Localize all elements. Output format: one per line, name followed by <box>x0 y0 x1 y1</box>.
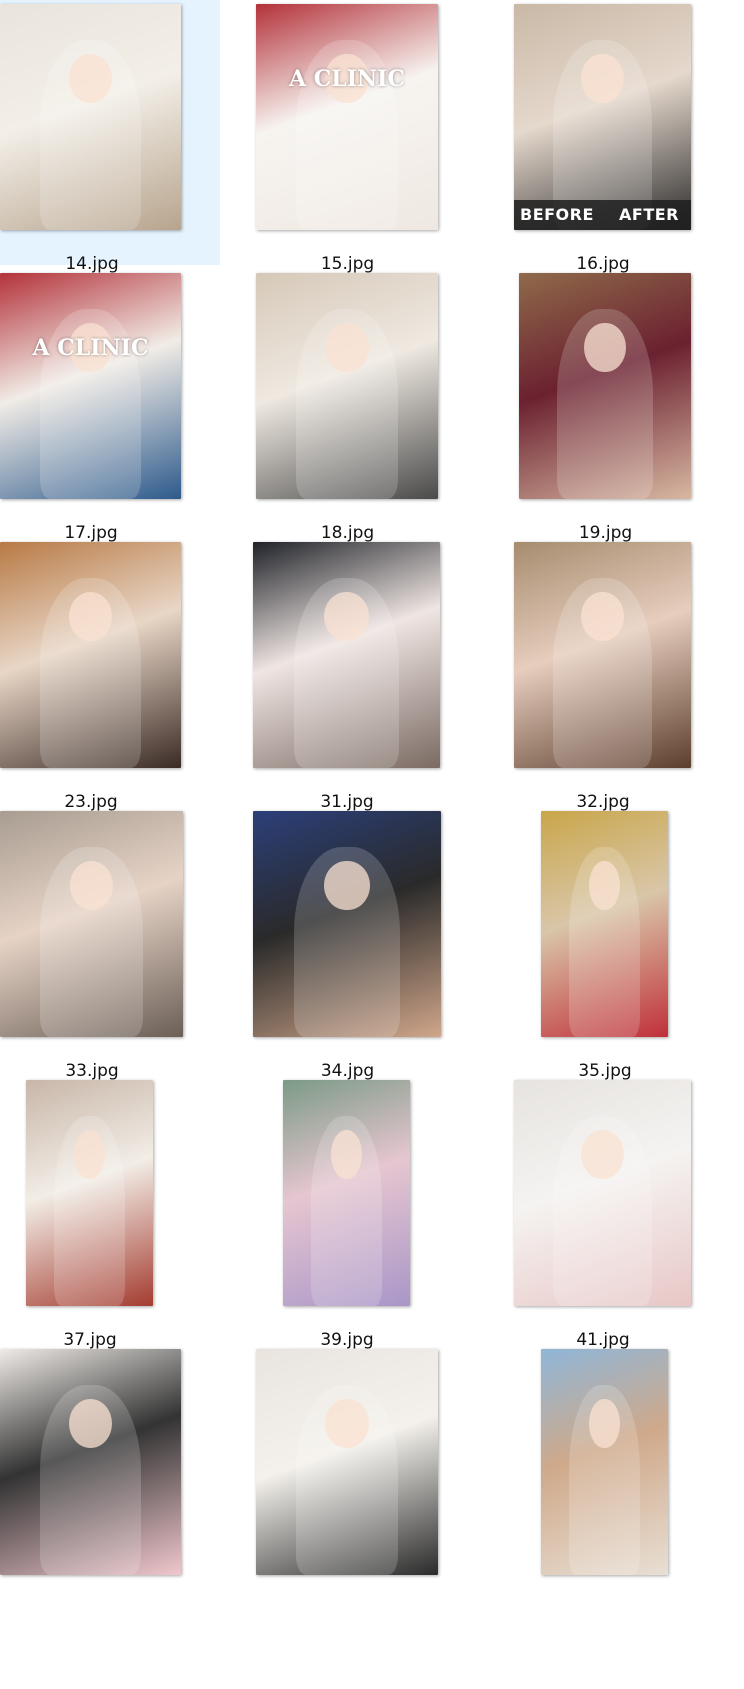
photo-face <box>331 1129 362 1180</box>
image-thumbnail[interactable] <box>256 1349 438 1575</box>
image-thumbnail[interactable] <box>519 273 691 499</box>
photo-face <box>589 860 620 911</box>
image-thumbnail[interactable] <box>541 1349 668 1575</box>
photo-face <box>325 1398 369 1449</box>
image-thumbnail[interactable]: BEFORE AFTER <box>514 4 691 230</box>
file-tile[interactable]: 18.jpg <box>256 269 494 543</box>
photo-face <box>589 1398 620 1449</box>
after-label: AFTER <box>619 205 679 224</box>
image-thumbnail[interactable] <box>0 542 181 768</box>
photo-face <box>581 53 624 104</box>
image-thumbnail[interactable] <box>256 273 438 499</box>
image-thumbnail[interactable] <box>253 811 441 1037</box>
file-tile[interactable]: 33.jpg <box>0 807 237 1081</box>
file-tile[interactable]: 31.jpg <box>253 538 494 812</box>
file-tile[interactable]: 14.jpg <box>0 0 220 274</box>
file-tile[interactable]: 23.jpg <box>0 538 237 812</box>
photo-sign-text: A CLINIC <box>32 335 149 361</box>
photo-face <box>324 591 369 642</box>
file-tile[interactable]: 35.jpg <box>514 807 744 1081</box>
file-tile[interactable]: 37.jpg <box>0 1076 237 1350</box>
image-thumbnail[interactable]: A CLINIC <box>0 273 181 499</box>
photo-face <box>324 860 370 911</box>
photo-face <box>74 1129 105 1180</box>
file-tile[interactable]: 32.jpg <box>514 538 744 812</box>
file-tile[interactable]: 34.jpg <box>253 807 494 1081</box>
file-tile[interactable]: A CLINIC 15.jpg <box>256 0 494 274</box>
before-label: BEFORE <box>520 205 594 224</box>
image-thumbnail[interactable] <box>514 1080 691 1306</box>
image-thumbnail[interactable]: A CLINIC <box>256 4 438 230</box>
photo-face <box>325 322 369 373</box>
file-tile[interactable]: 39.jpg <box>257 1076 494 1350</box>
file-tile[interactable]: 19.jpg <box>514 269 744 543</box>
file-tile[interactable]: BEFORE AFTER 16.jpg <box>514 0 744 274</box>
image-thumbnail[interactable] <box>0 4 181 230</box>
image-thumbnail[interactable] <box>514 542 691 768</box>
image-thumbnail[interactable] <box>0 1349 181 1575</box>
photo-face <box>581 591 624 642</box>
image-thumbnail[interactable] <box>253 542 440 768</box>
file-tile[interactable] <box>514 1345 744 1613</box>
file-tile[interactable]: A CLINIC 17.jpg <box>0 269 237 543</box>
file-grid: 14.jpg A CLINIC 15.jpg BEFORE AFTER 16.jpg A C… <box>0 0 744 1689</box>
image-thumbnail[interactable] <box>283 1080 410 1306</box>
image-thumbnail[interactable] <box>0 811 183 1037</box>
file-tile[interactable] <box>256 1345 494 1613</box>
image-thumbnail[interactable] <box>541 811 668 1037</box>
image-thumbnail[interactable] <box>26 1080 153 1306</box>
photo-face <box>581 1129 624 1180</box>
photo-sign-text: A CLINIC <box>289 66 405 92</box>
photo-face <box>584 322 626 373</box>
file-tile[interactable] <box>0 1345 237 1613</box>
file-tile[interactable]: 41.jpg <box>514 1076 744 1350</box>
